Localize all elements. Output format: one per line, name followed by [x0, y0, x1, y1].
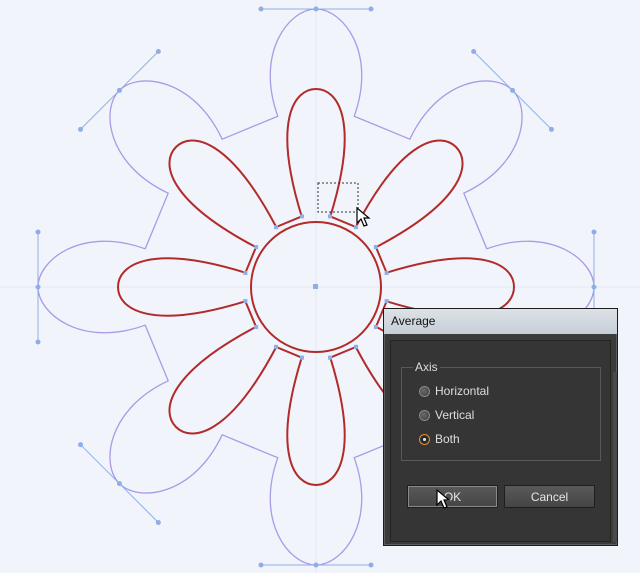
- radio-horizontal-indicator[interactable]: [419, 385, 430, 397]
- bezier-handle-point: [258, 6, 264, 12]
- anchor-point: [254, 325, 259, 330]
- bezier-handle-point: [116, 481, 122, 487]
- bezier-handle-point: [155, 49, 161, 55]
- radio-both[interactable]: Both: [419, 431, 460, 447]
- anchor-point: [354, 344, 359, 349]
- anchor-point: [243, 299, 248, 304]
- radio-both-label: Both: [435, 432, 460, 446]
- bezier-handle-point: [313, 562, 319, 568]
- bezier-handle-point: [368, 6, 374, 12]
- bezier-handle-point: [548, 126, 554, 132]
- dialog-side-scrollbar: [613, 372, 617, 542]
- bezier-handle-point: [116, 87, 122, 93]
- radio-vertical-indicator[interactable]: [419, 409, 430, 421]
- ok-button[interactable]: OK: [407, 485, 498, 508]
- radio-horizontal-label: Horizontal: [435, 384, 490, 398]
- anchor-point: [328, 355, 333, 360]
- bezier-handle-point: [78, 126, 84, 132]
- radio-vertical-label: Vertical: [435, 408, 475, 422]
- bezier-handle-point: [510, 87, 516, 93]
- anchor-point: [384, 299, 389, 304]
- anchor-point: [373, 244, 378, 249]
- bezier-handle-point: [35, 284, 41, 290]
- anchor-point: [273, 225, 278, 230]
- bezier-handle-point: [591, 229, 597, 235]
- bezier-handle-point: [313, 6, 319, 12]
- bezier-handle-point: [35, 339, 41, 345]
- radio-horizontal[interactable]: Horizontal: [419, 383, 489, 399]
- bezier-handle-point: [258, 562, 264, 568]
- anchor-point: [299, 355, 304, 360]
- radio-vertical[interactable]: Vertical: [419, 407, 474, 423]
- bezier-handle-point: [155, 519, 161, 525]
- bezier-handle-point: [591, 284, 597, 290]
- bezier-handle-point: [78, 442, 84, 448]
- anchor-point: [373, 325, 378, 330]
- anchor-point: [299, 214, 304, 219]
- anchor-point: [273, 344, 278, 349]
- anchor-point: [384, 270, 389, 275]
- bezier-handle-point: [368, 562, 374, 568]
- bezier-handle-point: [471, 49, 477, 55]
- radio-both-indicator[interactable]: [419, 433, 430, 445]
- axis-group-label: Axis: [413, 360, 440, 374]
- pointer-cursor-icon: [436, 489, 451, 509]
- cancel-button[interactable]: Cancel: [504, 485, 595, 508]
- arrow-cursor-icon: [356, 207, 371, 227]
- bezier-handle-point: [35, 229, 41, 235]
- anchor-point: [243, 270, 248, 275]
- anchor-point: [254, 244, 259, 249]
- anchor-point: [328, 214, 333, 219]
- dialog-title: Average: [384, 309, 617, 334]
- average-dialog: Average Axis Horizontal Vertical Both OK…: [383, 308, 618, 546]
